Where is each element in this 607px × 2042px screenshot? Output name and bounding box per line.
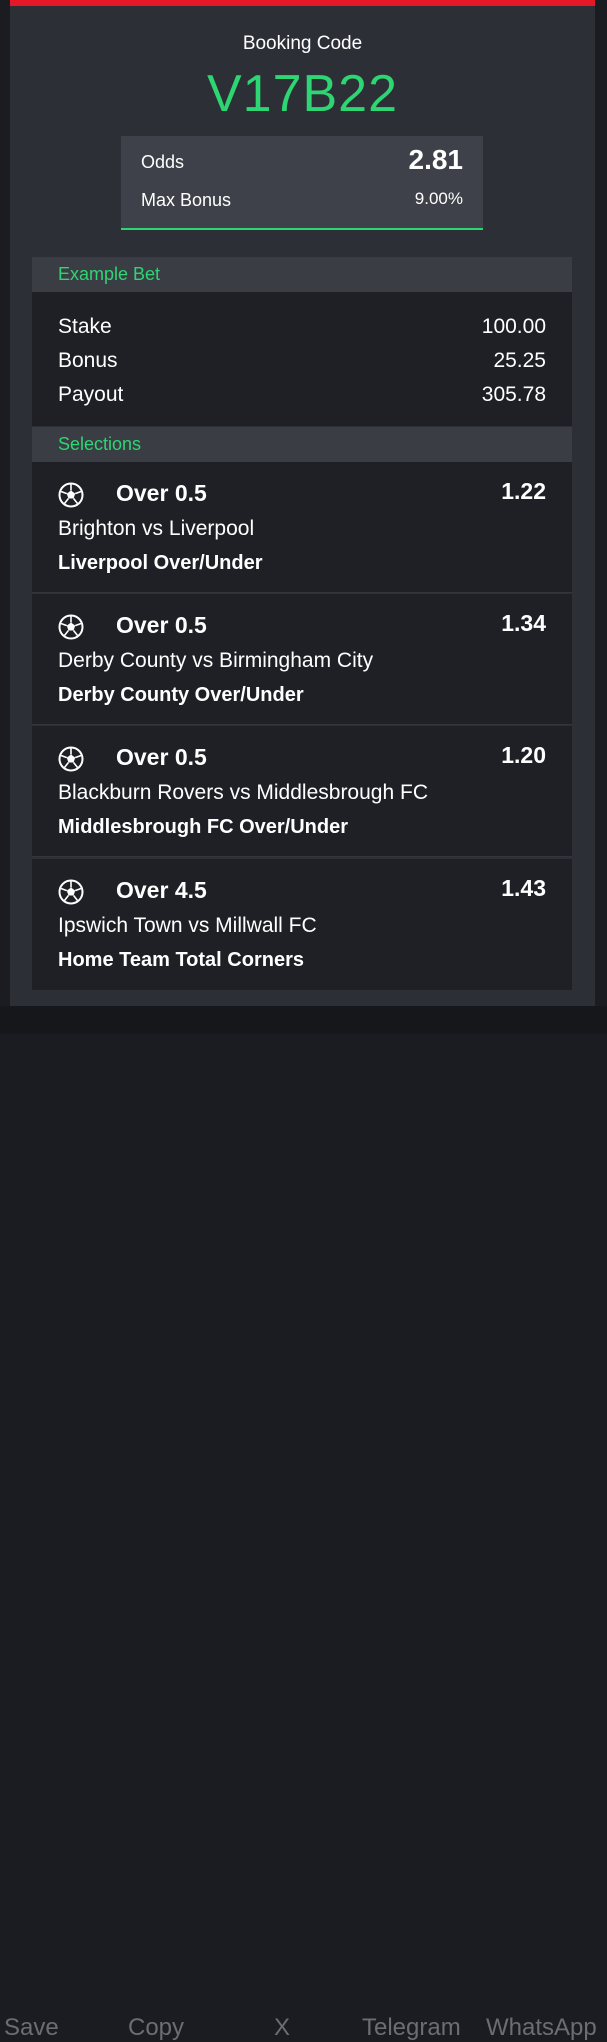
selection-market: Home Team Total Corners (58, 949, 304, 971)
bonus-value: 25.25 (493, 349, 546, 372)
payout-value: 305.78 (481, 383, 546, 406)
booking-code-label: Booking Code (242, 33, 363, 54)
soccer-ball-icon (58, 879, 84, 905)
selection-market: Middlesbrough FC Over/Under (58, 816, 349, 838)
selection-odds: 1.34 (501, 610, 546, 636)
example-bet-panel: Stake 100.00 Bonus 25.25 Payout 305.78 (32, 292, 572, 426)
selection-pick: Over 4.5 (116, 877, 207, 903)
selection-match: Derby County vs Birmingham City (58, 649, 374, 672)
whatsapp-share-action[interactable]: WhatsApp (486, 2014, 597, 2042)
payout-row: Payout 305.78 (58, 383, 546, 407)
selection-item[interactable]: Over 0.5 1.20 Blackburn Rovers vs Middle… (32, 726, 572, 857)
selection-market: Liverpool Over/Under (58, 552, 263, 574)
stake-label: Stake (58, 315, 112, 338)
selection-pick: Over 0.5 (116, 744, 207, 770)
top-accent-bar (10, 0, 595, 6)
max-bonus-value: 9.00% (414, 189, 463, 208)
selection-item[interactable]: Over 0.5 1.22 Brighton vs Liverpool Live… (32, 462, 572, 593)
selection-odds: 1.22 (501, 478, 546, 504)
copy-action[interactable]: Copy (128, 2014, 184, 2042)
telegram-share-action[interactable]: Telegram (362, 2014, 461, 2042)
x-share-action[interactable]: X (274, 2014, 290, 2042)
max-bonus-label: Max Bonus (141, 190, 232, 210)
stake-row: Stake 100.00 (58, 315, 546, 339)
selection-match: Blackburn Rovers vs Middlesbrough FC (58, 781, 428, 804)
odds-label: Odds (141, 152, 185, 172)
payout-label: Payout (58, 383, 124, 406)
bonus-row: Bonus 25.25 (58, 349, 546, 373)
booking-code-card: Booking Code V17B22 Odds 2.81 Max Bonus … (10, 0, 595, 1006)
bonus-label: Bonus (58, 349, 118, 372)
soccer-ball-icon (58, 746, 84, 772)
background-share-bar: Save Copy X Telegram WhatsApp (0, 1006, 607, 2041)
example-bet-header: Example Bet (32, 257, 572, 292)
soccer-ball-icon (58, 614, 84, 640)
odds-value: 2.81 (408, 144, 464, 175)
selection-pick: Over 0.5 (116, 612, 207, 638)
selection-odds: 1.20 (501, 742, 546, 768)
selections-header: Selections (32, 427, 572, 462)
selection-match: Ipswich Town vs Millwall FC (58, 914, 317, 937)
selection-pick: Over 0.5 (116, 480, 207, 506)
selection-match: Brighton vs Liverpool (58, 517, 255, 540)
stake-value: 100.00 (481, 315, 546, 338)
selection-market: Derby County Over/Under (58, 684, 304, 706)
selection-item[interactable]: Over 4.5 1.43 Ipswich Town vs Millwall F… (32, 859, 572, 990)
selection-item[interactable]: Over 0.5 1.34 Derby County vs Birmingham… (32, 594, 572, 725)
odds-summary-box: Odds 2.81 Max Bonus 9.00% (121, 136, 483, 230)
soccer-ball-icon (58, 482, 84, 508)
booking-code-value: V17B22 (206, 65, 399, 123)
save-action[interactable]: Save (4, 2014, 59, 2042)
selection-odds: 1.43 (501, 875, 546, 901)
